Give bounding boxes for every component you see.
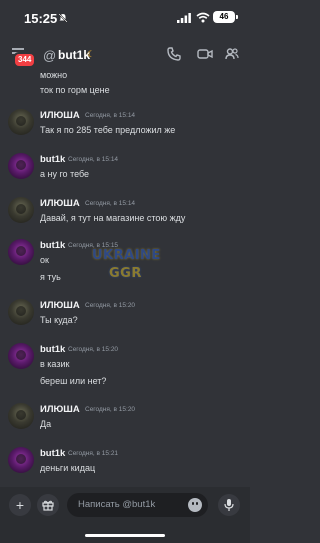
message-text: а ну го тебе	[40, 169, 90, 179]
message-author[interactable]: but1k	[40, 448, 65, 459]
status-time: 15:25	[24, 11, 58, 26]
avatar[interactable]	[8, 239, 34, 265]
message-author[interactable]: ИЛЮША	[40, 198, 80, 209]
message-list[interactable]: можно ток по горм цене ИЛЮША Сегодня, в …	[0, 70, 250, 487]
avatar[interactable]	[8, 197, 34, 223]
message-timestamp: Сегодня, в 15:20	[85, 406, 136, 413]
message-text: деньги кидац	[40, 463, 96, 473]
message-timestamp: Сегодня, в 15:20	[85, 302, 136, 309]
dm-header: 344 @ but1k ☾	[0, 38, 250, 70]
avatar[interactable]	[8, 403, 34, 429]
status-bar: 15:25 46	[0, 0, 250, 38]
avatar[interactable]	[8, 343, 34, 369]
message-text: береш или нет?	[40, 376, 107, 386]
channel-name[interactable]: but1k	[58, 48, 90, 62]
message-text: Так я по 285 тебе предложил же	[40, 125, 176, 135]
message-input[interactable]: Написать @but1k	[67, 493, 208, 517]
unread-count-badge: 344	[13, 52, 37, 68]
message-composer: + Написать @but1k	[0, 487, 250, 543]
at-symbol-icon: @	[43, 48, 57, 63]
mute-bell-icon	[58, 13, 68, 23]
message-input-placeholder: Написать @but1k	[78, 499, 156, 510]
avatar[interactable]	[8, 109, 34, 135]
wifi-icon	[196, 12, 210, 23]
message-timestamp: Сегодня, в 15:14	[85, 200, 136, 207]
message-author[interactable]: ИЛЮША	[40, 110, 80, 121]
message-text: Ты куда?	[40, 315, 78, 325]
gift-icon	[42, 500, 54, 511]
microphone-icon	[224, 499, 234, 511]
message-author[interactable]: but1k	[40, 344, 65, 355]
members-icon[interactable]	[225, 47, 239, 61]
home-indicator	[85, 534, 165, 537]
gift-button[interactable]	[37, 494, 59, 516]
signal-icon	[177, 13, 191, 23]
message-text: я туь	[40, 272, 61, 282]
message-author[interactable]: ИЛЮША	[40, 404, 80, 415]
message-text: в казик	[40, 359, 70, 369]
idle-moon-icon: ☾	[87, 49, 96, 59]
avatar[interactable]	[8, 153, 34, 179]
message-author[interactable]: ИЛЮША	[40, 300, 80, 311]
message-author[interactable]: but1k	[40, 240, 65, 251]
message-text: ток по горм цене	[40, 85, 110, 95]
message-text: можно	[40, 70, 68, 80]
message-timestamp: Сегодня, в 15:20	[68, 346, 119, 353]
add-attachment-button[interactable]: +	[9, 494, 31, 516]
message-text: Да	[40, 419, 52, 429]
message-author[interactable]: but1k	[40, 154, 65, 165]
avatar[interactable]	[8, 447, 34, 473]
phone-call-icon[interactable]	[167, 47, 181, 61]
video-camera-icon[interactable]	[197, 48, 213, 60]
battery-indicator: 46	[213, 11, 238, 23]
message-timestamp: Сегодня, в 15:21	[68, 450, 119, 457]
message-timestamp: Сегодня, в 15:14	[68, 156, 119, 163]
emoji-icon[interactable]	[188, 498, 202, 512]
microphone-button[interactable]	[218, 494, 240, 516]
message-text: Давай, я тут на магазине стою жду	[40, 213, 186, 223]
avatar[interactable]	[8, 299, 34, 325]
message-timestamp: Сегодня, в 15:14	[85, 112, 136, 119]
message-timestamp: Сегодня, в 15:15	[68, 242, 119, 249]
message-text: ок	[40, 255, 49, 265]
